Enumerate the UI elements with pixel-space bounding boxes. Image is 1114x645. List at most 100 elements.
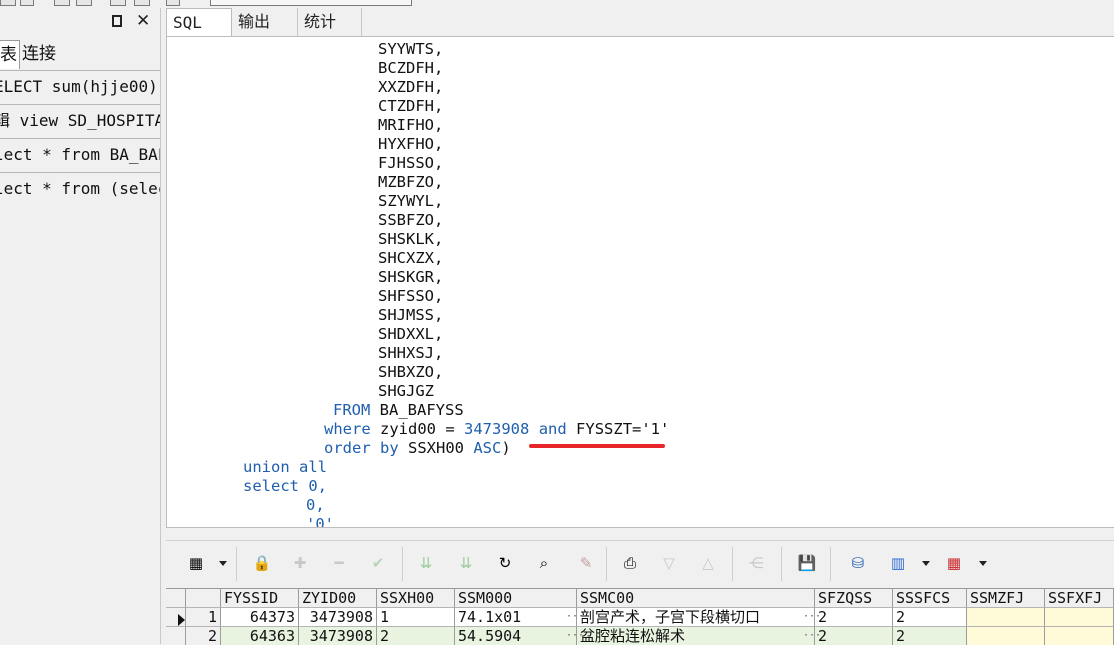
code-line: SHHXSJ, [378,344,444,362]
toolbar-field[interactable] [210,0,412,6]
tab-connections[interactable]: 连接 [22,40,56,68]
table-cell[interactable]: 54.5904 [455,627,577,645]
table-cell[interactable]: 1 [377,608,455,627]
history-item[interactable]: lect * from (selec [0,172,160,204]
keyword-asc: ASC [473,439,502,457]
table-cell[interactable] [1045,608,1114,627]
find-icon[interactable]: ⌕ [534,553,554,573]
column-header[interactable]: ZYID00 [299,589,377,608]
cell-ellipsis-button[interactable]: ··· [566,611,584,622]
history-item[interactable]: ELECT sum(hjje00) f [0,70,160,102]
where-value: 3473908 [464,420,530,438]
red-underline-annotation [529,444,665,448]
fetch-all-icon[interactable]: ⇊ [456,553,476,573]
column-header[interactable]: SSMC00 [577,589,815,608]
arrow-up-icon[interactable]: △ [698,553,718,573]
column-header[interactable]: SSMZFJ [967,589,1045,608]
refresh-icon[interactable]: ↻ [495,553,515,573]
table-cell[interactable]: 3473908 [299,627,377,645]
column-header[interactable]: SSM000 [455,589,577,608]
row-selector[interactable] [166,627,186,645]
cell-ellipsis-button[interactable]: ··· [803,630,821,641]
column-header[interactable]: SSFXFJ [1045,589,1114,608]
minus-icon[interactable]: ━ [329,553,349,573]
code-line: MRIFHO, [378,116,444,134]
order-column: SSXH00 [408,439,464,457]
column-header[interactable]: SFZQSS [815,589,893,608]
check-icon[interactable]: ✔ [368,553,388,573]
chevron-down-icon[interactable] [979,561,987,566]
fetch-next-icon[interactable]: ⇊ [416,553,436,573]
toolbar-icon[interactable] [0,0,16,6]
keyword-and: and [538,420,567,438]
save-icon[interactable]: 💾 [797,553,817,573]
table-cell[interactable]: 2 [815,627,893,645]
history-item[interactable]: 辑 view SD_HOSPITA [0,104,160,136]
select-value: 0, [308,477,328,495]
lock-icon[interactable]: 🔒 [252,553,272,573]
chevron-down-icon[interactable] [922,561,930,566]
history-item-label: lect * from (selec [0,179,160,198]
column-header[interactable]: SSSFCS [893,589,967,608]
column-header[interactable]: FYSSID [221,589,299,608]
toolbar-icon[interactable] [110,0,126,6]
table-cell[interactable] [1045,627,1114,645]
table-cell[interactable]: 64373 [221,608,299,627]
left-panel: ✕ 表 连接 ELECT sum(hjje00) f 辑 view SD_HOS… [0,8,161,644]
chart-icon[interactable]: ▥ [888,553,908,573]
code-line: SHCXZX, [378,249,444,267]
toolbar-icon[interactable] [134,0,150,6]
table-cell[interactable]: 盆腔粘连松解术 [577,627,815,645]
grid-menu-icon[interactable]: ▦ [186,553,206,573]
table-cell[interactable] [967,608,1045,627]
table-cell[interactable]: 2 [377,627,455,645]
print-icon[interactable]: ⎙ [620,553,640,573]
table-cell[interactable]: 74.1x01 [455,608,577,627]
cell-ellipsis-button[interactable]: ··· [566,630,584,641]
row-number: 2 [186,627,221,645]
arrow-down-icon[interactable]: ▽ [659,553,679,573]
keyword-where: where [324,420,371,438]
add-icon[interactable]: ✚ [290,553,310,573]
tab-tables[interactable]: 表 [0,40,20,69]
column-header[interactable]: SSXH00 [377,589,455,608]
clear-icon[interactable]: ✎ [576,553,596,573]
code-line: SHSKGR, [378,268,444,286]
keyword-from: FROM [333,401,371,419]
code-line: SHDXXL, [378,325,444,343]
results-grid[interactable]: FYSSID ZYID00 SSXH00 SSM000 SSMC00 SFZQS… [166,588,1114,645]
tree-icon[interactable]: ⋲ [746,553,766,573]
code-line: CTZDFH, [378,97,444,115]
toolbar-icon[interactable] [76,0,92,6]
toolbar-icon[interactable] [20,0,34,6]
table-cell[interactable] [967,627,1045,645]
tab-statistics[interactable]: 统计 [298,8,362,36]
table-cell[interactable]: 剖宫产术，子宫下段横切口 [577,608,815,627]
code-line-where: where zyid00 = 3473908 and FYSSZT='1' [324,420,669,439]
table-cell[interactable]: 2 [893,608,967,627]
cell-ellipsis-button[interactable]: ··· [803,611,821,622]
history-item[interactable]: lect * from BA_BAF [0,138,160,170]
toolbar-icon[interactable] [54,0,70,6]
chevron-down-icon[interactable] [219,561,227,566]
history-item-label: 辑 view SD_HOSPITA [0,111,160,130]
pin-icon[interactable] [112,15,122,27]
table-cell[interactable]: 64363 [221,627,299,645]
table-cell[interactable]: 2 [893,627,967,645]
history-item-label: ELECT sum(hjje00) f [0,77,160,96]
code-line: BCZDFH, [378,59,444,77]
table-name: BA_BAFYSS [379,401,464,419]
close-icon[interactable]: ✕ [136,11,150,31]
code-line: SHFSSO, [378,287,444,305]
tab-sql[interactable]: SQL [166,8,232,37]
table-cell[interactable]: 2 [815,608,893,627]
export-icon[interactable]: ⛁ [848,553,868,573]
panel-tabs: 表 连接 [0,40,160,69]
sql-editor[interactable]: SYYWTS, BCZDFH, XXZDFH, CTZDFH, MRIFHO, HYXFH… [166,36,1114,528]
code-line: FJHSSO, [378,154,444,172]
table-icon[interactable]: ▦ [944,553,964,573]
toolbar-icon[interactable] [166,0,180,6]
tab-output[interactable]: 输出 [232,8,298,36]
table-cell[interactable]: 3473908 [299,608,377,627]
row-header-corner [166,589,186,608]
